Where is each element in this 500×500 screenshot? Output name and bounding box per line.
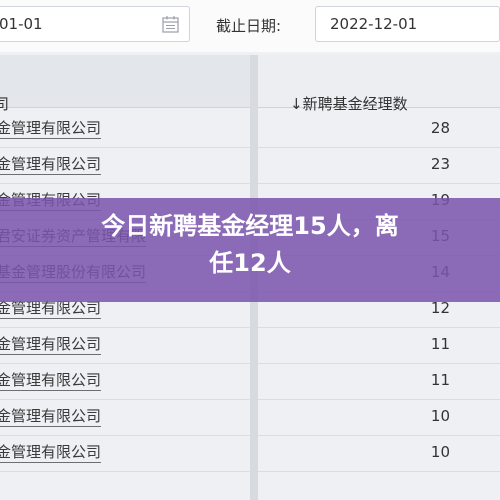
new-manager-count: 23 <box>430 155 450 173</box>
end-date-field[interactable]: 2022-12-01 <box>315 6 500 42</box>
headline-line-1: 今日新聘基金经理15人，离 <box>101 212 399 240</box>
new-manager-count: 28 <box>430 119 450 137</box>
company-name-link[interactable]: 金管理有限公司 <box>0 371 102 391</box>
filter-bar: 01-01 截止日期: 2022-12-01 <box>0 0 500 52</box>
company-name-link[interactable]: 金管理有限公司 <box>0 119 102 139</box>
calendar-icon[interactable] <box>162 15 179 33</box>
headline-banner: 今日新聘基金经理15人，离 任12人 <box>0 198 500 302</box>
company-name-link[interactable]: 金管理有限公司 <box>0 299 102 319</box>
headline-text: 今日新聘基金经理15人，离 任12人 <box>0 208 500 282</box>
new-manager-count: 11 <box>430 335 450 353</box>
company-name-link[interactable]: 金管理有限公司 <box>0 335 102 355</box>
headline-line-2: 任12人 <box>209 249 291 277</box>
start-date-value: 01-01 <box>0 15 43 33</box>
new-manager-count: 10 <box>430 407 450 425</box>
company-name-link[interactable]: 金管理有限公司 <box>0 155 102 175</box>
company-column-header[interactable]: 司 <box>0 93 9 114</box>
company-name-link[interactable]: 金管理有限公司 <box>0 443 102 463</box>
new-manager-count: 11 <box>430 371 450 389</box>
company-name-link[interactable]: 金管理有限公司 <box>0 407 102 427</box>
new-manager-count: 10 <box>430 443 450 461</box>
end-date-value: 2022-12-01 <box>330 15 418 33</box>
start-date-field[interactable]: 01-01 <box>0 6 190 42</box>
end-date-label: 截止日期: <box>216 17 282 35</box>
new-managers-column-header[interactable]: ↓新聘基金经理数 <box>290 93 408 114</box>
header-cell-company: 司 <box>0 55 250 113</box>
